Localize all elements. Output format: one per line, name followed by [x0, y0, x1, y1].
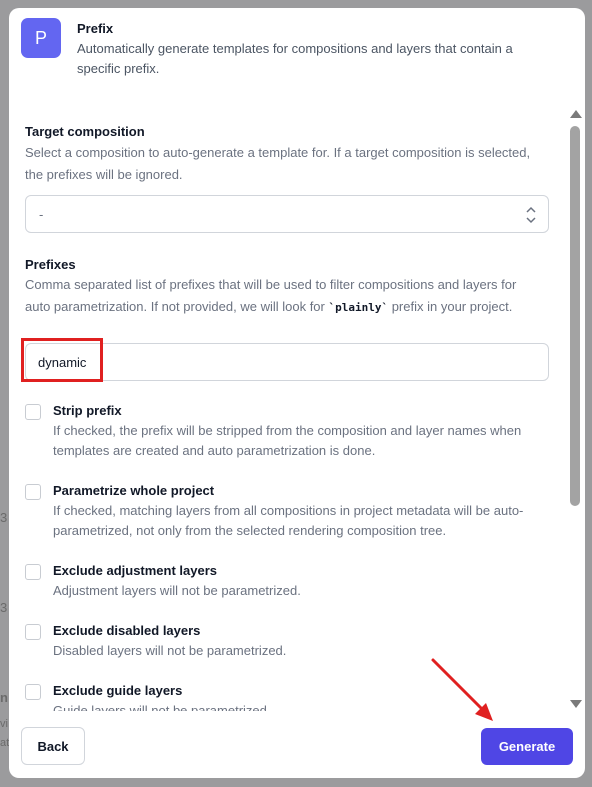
background-fragment: n	[0, 690, 8, 705]
form-scroll-area[interactable]: Target composition Select a composition …	[9, 106, 585, 711]
target-composition-label: Target composition	[25, 124, 145, 139]
option-help: If checked, the prefix will be stripped …	[53, 423, 522, 458]
vertical-scrollbar[interactable]	[569, 106, 583, 711]
scrollbar-thumb[interactable]	[570, 126, 580, 506]
option-label: Exclude disabled layers	[53, 623, 201, 638]
target-composition-select[interactable]: -	[25, 195, 549, 233]
prefixes-input[interactable]: dynamic	[25, 343, 549, 381]
option-help: If checked, matching layers from all com…	[53, 503, 524, 538]
prefixes-label: Prefixes	[25, 257, 76, 272]
background-fragment: vi	[0, 718, 8, 730]
option-label: Exclude guide layers	[53, 683, 183, 698]
option-label: Strip prefix	[53, 403, 122, 418]
option-help: Guide layers will not be parametrized.	[53, 703, 271, 711]
option-label: Exclude adjustment layers	[53, 563, 218, 578]
scroll-down-arrow-icon[interactable]	[570, 700, 582, 708]
target-composition-help: Select a composition to auto-generate a …	[25, 145, 531, 182]
dialog-description: Automatically generate templates for com…	[77, 41, 513, 76]
prefixes-help: Comma separated list of prefixes that wi…	[25, 277, 517, 314]
exclude-guide-layers-checkbox[interactable]	[25, 684, 41, 700]
option-label: Parametrize whole project	[53, 483, 215, 498]
back-button[interactable]: Back	[21, 727, 85, 765]
prefix-dialog: P Prefix Automatically generate template…	[9, 8, 585, 778]
generate-button[interactable]: Generate	[481, 728, 573, 765]
background-fragment: at	[0, 737, 10, 749]
scroll-up-arrow-icon[interactable]	[570, 110, 582, 118]
dialog-header: P Prefix Automatically generate template…	[21, 18, 573, 90]
parametrize-whole-project-checkbox[interactable]	[25, 484, 41, 500]
dialog-title: Prefix	[77, 21, 114, 36]
avatar: P	[21, 18, 61, 58]
select-value: -	[39, 207, 44, 222]
strip-prefix-checkbox[interactable]	[25, 404, 41, 420]
option-help: Disabled layers will not be parametrized…	[53, 643, 287, 658]
exclude-adjustment-layers-checkbox[interactable]	[25, 564, 41, 580]
option-help: Adjustment layers will not be parametriz…	[53, 583, 301, 598]
background-fragment: 3	[0, 600, 8, 615]
exclude-disabled-layers-checkbox[interactable]	[25, 624, 41, 640]
chevron-up-down-icon	[526, 206, 536, 224]
prefixes-input-value: dynamic	[38, 355, 87, 370]
background-fragment: 3	[0, 510, 8, 525]
